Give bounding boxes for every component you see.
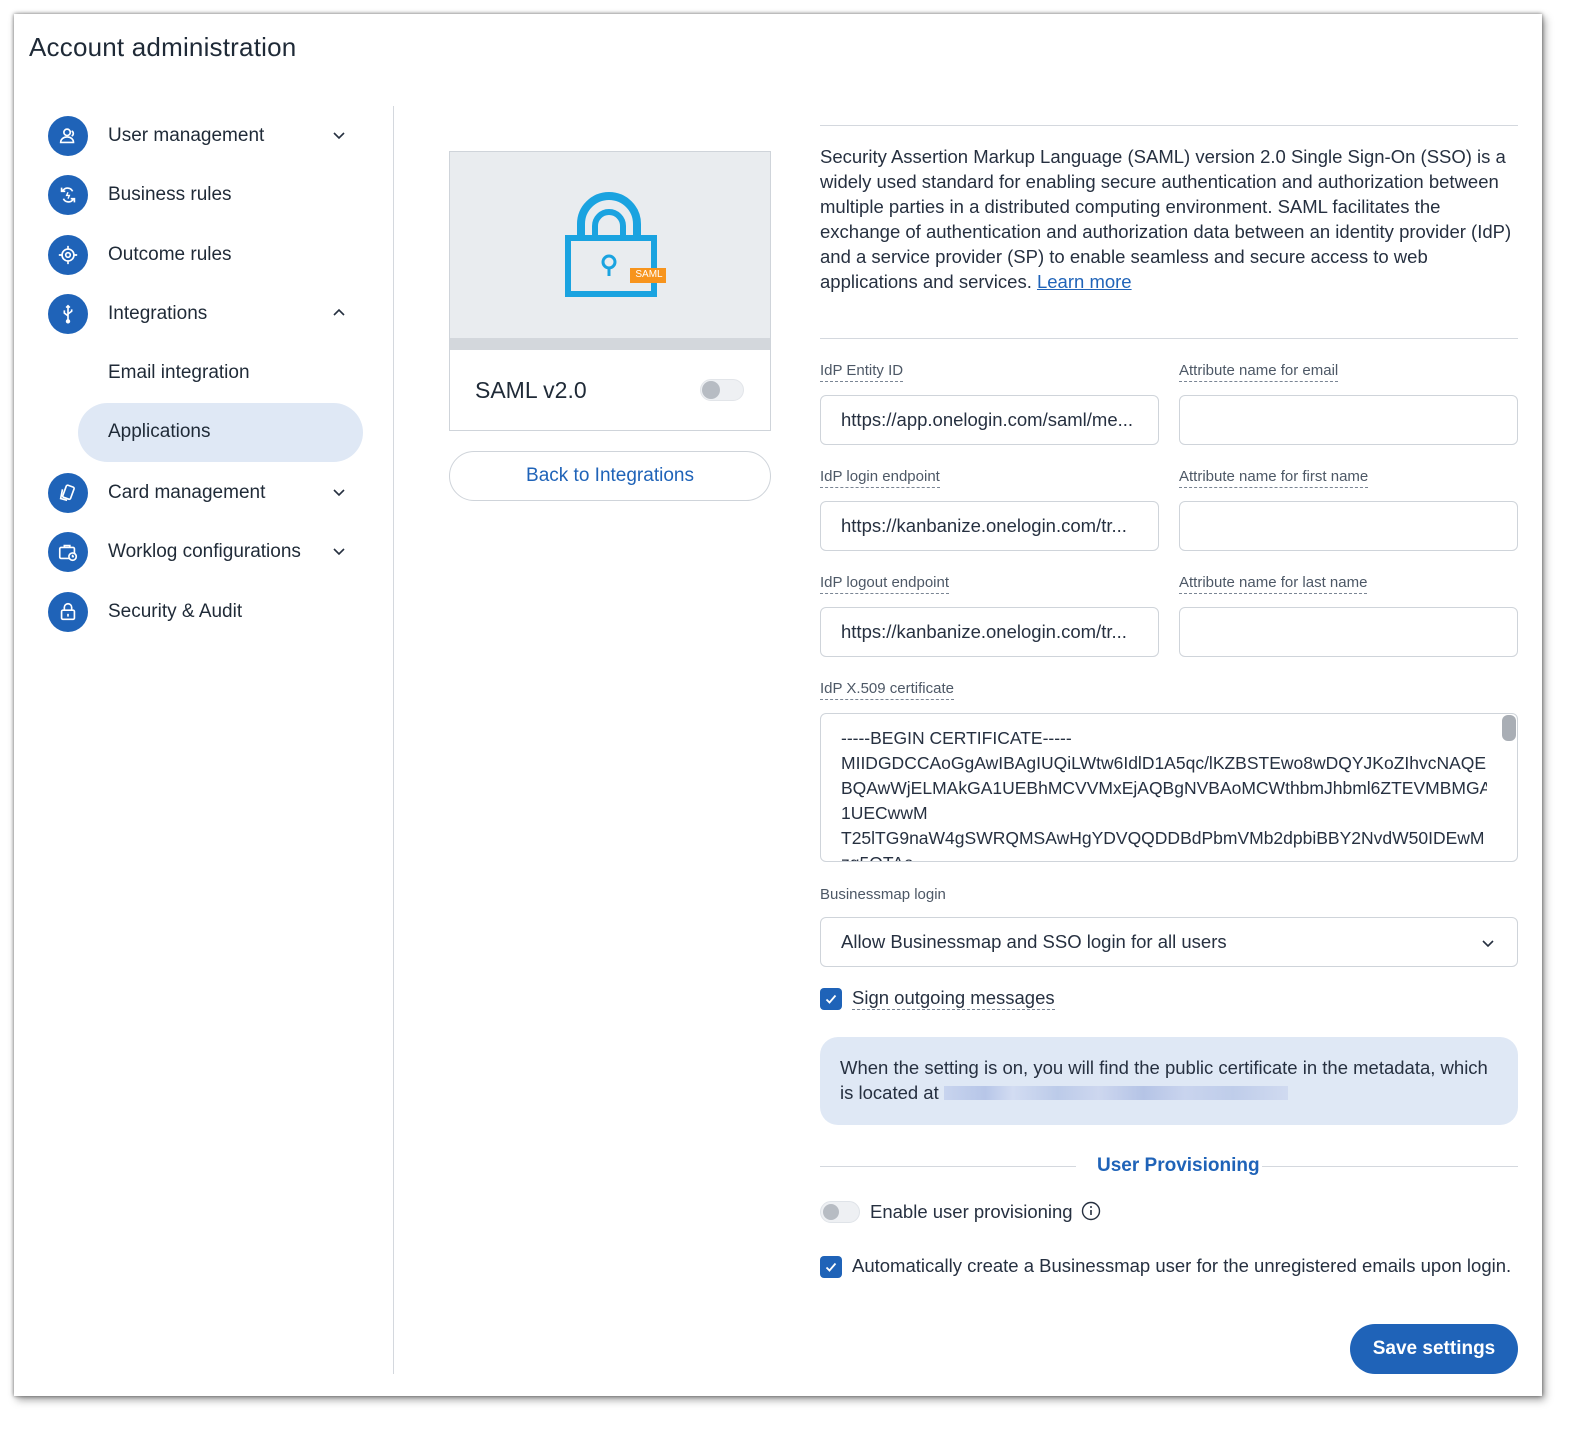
idp-login-label: IdP login endpoint [820,468,940,488]
users-icon [48,116,88,156]
sign-outgoing-checkbox[interactable] [820,988,842,1010]
chevron-down-icon[interactable] [330,483,348,501]
certificate-textarea[interactable]: -----BEGIN CERTIFICATE----- MIIDGDCCAoGg… [820,713,1518,862]
toggle-knob [823,1204,839,1220]
top-divider [820,125,1518,126]
usb-icon [48,294,88,334]
card-divider-bar [450,338,770,350]
section-divider-right [1262,1166,1518,1167]
save-settings-button[interactable]: Save settings [1350,1324,1518,1374]
attr-last-name-input[interactable] [1179,607,1518,657]
sidebar-item-security-audit[interactable]: Security & Audit [48,586,368,638]
chevron-down-icon[interactable] [330,126,348,144]
input-value: https://kanbanize.onelogin.com/tr... [841,621,1127,642]
select-value: Allow Businessmap and SSO login for all … [841,931,1227,952]
certificate-line: 1UECwwM [841,803,928,823]
certificate-label: IdP X.509 certificate [820,680,954,700]
briefcase-clock-icon [48,532,88,572]
attr-email-label: Attribute name for email [1179,362,1339,382]
certificate-line: T25lTG9naW4gSWRQMSAwHgYDVQQDDBdPbmVMb2dp… [841,828,1485,848]
page-title: Account administration [29,32,297,62]
sidebar-item-card-management[interactable]: Card management [48,467,368,519]
certificate-line: BQAwWjELMAkGA1UEBhMCVVMxEjAQBgNVBAoMCWth… [841,778,1487,798]
sidebar-subitem-email-integration[interactable]: Email integration [108,362,250,384]
saml-card-image: SAML [450,152,770,338]
certificate-scrollbar[interactable] [1502,715,1516,741]
cards-icon [48,473,88,513]
idp-login-input[interactable]: https://kanbanize.onelogin.com/tr... [820,501,1159,551]
lock-icon [48,592,88,632]
input-value: https://kanbanize.onelogin.com/tr... [841,515,1127,536]
chevron-down-icon[interactable] [330,542,348,560]
description-divider [820,338,1518,339]
attr-last-name-label: Attribute name for last name [1179,574,1368,594]
attr-email-input[interactable] [1179,395,1518,445]
sidebar-item-label: Security & Audit [108,601,243,622]
certificate-line: -----BEGIN CERTIFICATE----- [841,728,1072,748]
user-provisioning-toggle[interactable] [820,1201,860,1223]
chevron-down-icon [1482,940,1494,948]
learn-more-link[interactable]: Learn more [1037,271,1132,292]
saml-integration-card: SAML SAML v2.0 [449,151,771,431]
sidebar-divider [393,106,394,1374]
check-icon [825,1262,837,1272]
idp-logout-label: IdP logout endpoint [820,574,950,594]
metadata-info-box: When the setting is on, you will find th… [820,1037,1518,1125]
sidebar-item-label: Business rules [108,184,232,205]
redacted-metadata-url [943,1086,1288,1100]
saml-enable-toggle[interactable] [700,379,744,401]
info-icon[interactable] [1081,1201,1101,1221]
saml-description: Security Assertion Markup Language (SAML… [820,144,1520,294]
saml-lock-icon [565,192,666,297]
sidebar-item-integrations[interactable]: Integrations [48,288,368,340]
sidebar-item-user-management[interactable]: User management [48,110,368,162]
saml-badge: SAML [635,269,663,280]
sidebar-item-label: Card management [108,482,266,503]
sidebar-item-label: User management [108,125,265,146]
attr-first-name-label: Attribute name for first name [1179,468,1369,488]
section-divider-left [820,1166,1076,1167]
sign-outgoing-label[interactable]: Sign outgoing messages [852,987,1055,1010]
description-text: Security Assertion Markup Language (SAML… [820,146,1512,292]
sidebar-item-label: Integrations [108,303,208,324]
account-admin-window: Account administration User management B… [14,14,1542,1396]
sidebar-item-label: Worklog configurations [108,541,301,562]
check-icon [825,994,837,1004]
attr-first-name-input[interactable] [1179,501,1518,551]
idp-entity-id-label: IdP Entity ID [820,362,904,382]
sidebar-item-outcome-rules[interactable]: Outcome rules [48,229,368,281]
certificate-line: zg5OTAe [841,851,1487,861]
idp-logout-input[interactable]: https://kanbanize.onelogin.com/tr... [820,607,1159,657]
sidebar-item-worklog-configurations[interactable]: Worklog configurations [48,526,368,578]
login-mode-select[interactable]: Allow Businessmap and SSO login for all … [820,917,1518,967]
enable-provisioning-label: Enable user provisioning [870,1201,1073,1222]
login-mode-label: Businessmap login [820,886,946,903]
sidebar-subitem-label: Applications [108,421,211,442]
user-provisioning-title: User Provisioning [1097,1155,1260,1176]
toggle-knob [702,381,720,399]
back-to-integrations-button[interactable]: Back to Integrations [449,451,771,501]
auto-create-user-checkbox[interactable] [820,1256,842,1278]
chevron-up-icon[interactable] [330,304,348,322]
target-icon [48,235,88,275]
idp-entity-id-input[interactable]: https://app.onelogin.com/saml/me... [820,395,1159,445]
input-value: https://app.onelogin.com/saml/me... [841,409,1134,430]
sidebar-item-label: Outcome rules [108,244,232,265]
sidebar-item-business-rules[interactable]: Business rules [48,169,368,221]
card-title: SAML v2.0 [475,377,587,403]
refresh-icon [48,175,88,215]
auto-create-user-label: Automatically create a Businessmap user … [852,1255,1512,1276]
certificate-line: MIIDGDCCAoGgAwIBAgIUQiLWtw6IdlD1A5qc/lKZ… [841,753,1487,773]
